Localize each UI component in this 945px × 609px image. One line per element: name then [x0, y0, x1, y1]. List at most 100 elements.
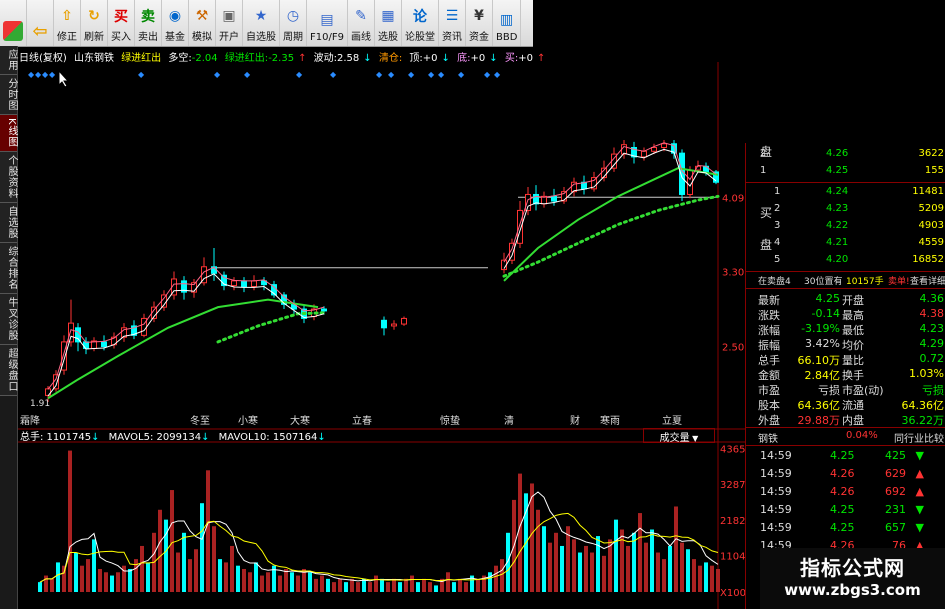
volume-bar — [674, 506, 678, 592]
sell-level-row[interactable]: 2 4.26 3622 — [746, 147, 945, 162]
down-arrow-icon: ▼ — [915, 449, 924, 462]
volume-axis-label: 11047 — [720, 552, 745, 563]
toolbar-button-0[interactable] — [0, 0, 27, 46]
side-tab-3[interactable]: 个股资料 — [0, 151, 17, 203]
volume-bar — [92, 539, 96, 592]
chevron-down-icon: ▼ — [689, 434, 699, 443]
stat-value: 3.42% — [805, 337, 840, 350]
volume-bar — [194, 549, 198, 592]
down-arrow-icon: ▼ — [915, 503, 924, 516]
toolbar-button-12[interactable]: ✎ 画线 — [348, 0, 375, 46]
date-label: 寒雨 — [600, 414, 620, 427]
signal-diamond-icon: ◆ — [376, 70, 383, 79]
volume-bar — [692, 559, 696, 592]
toolbar-button-2[interactable]: ⇧ 修正 — [54, 0, 81, 46]
toolbar-button-1[interactable]: ⇦ — [27, 0, 54, 46]
buy-level-row[interactable]: 3 4.22 4903 — [746, 219, 945, 234]
level-number: 4 — [774, 237, 781, 248]
toolbar-label: 开户 — [219, 32, 239, 43]
stat-row: 最新 4.25 开盘 4.36 — [746, 291, 945, 307]
volume-bar — [416, 582, 420, 592]
toolbar-button-16[interactable]: ¥ 资金 — [466, 0, 493, 46]
low-price-label: 1.91 — [30, 399, 50, 409]
volume-bar — [98, 568, 102, 592]
level-number: 1 — [760, 165, 767, 176]
level-number: 2 — [774, 203, 781, 214]
candles — [45, 140, 719, 402]
volume-bar — [314, 578, 318, 592]
stat-value: 29.88万 — [797, 414, 841, 427]
volume-bar — [584, 545, 588, 592]
volume-bar — [464, 582, 468, 592]
up-arrow-icon: ▲ — [915, 485, 924, 498]
volume-bar — [344, 582, 348, 592]
volume-bar — [518, 473, 522, 592]
volume-bar — [662, 559, 666, 592]
industry-row[interactable]: 钢铁 0.04% 同行业比较 — [746, 429, 945, 445]
toolbar-button-3[interactable]: ↻ 刷新 — [81, 0, 108, 46]
toolbar-button-6[interactable]: ◉ 基金 — [162, 0, 189, 46]
toolbar-button-4[interactable]: 买买入 — [108, 0, 135, 46]
side-tab-0[interactable]: 应用 — [0, 46, 17, 75]
volume-total: 总手: 1101745 — [20, 432, 92, 443]
volume-bar — [56, 562, 60, 592]
volume-bar — [590, 552, 594, 592]
side-tab-6[interactable]: 牛叉诊股 — [0, 293, 17, 345]
buy-level-row[interactable]: 2 4.23 5209 — [746, 202, 945, 217]
toolbar-button-13[interactable]: ▦ 选股 — [375, 0, 402, 46]
stat-value: 4.36 — [919, 292, 945, 305]
volume-bar — [230, 545, 234, 592]
side-tab-7[interactable]: 超级盘口 — [0, 344, 17, 396]
level-number: 3 — [774, 220, 781, 231]
toolbar-button-9[interactable]: ★ 自选股 — [243, 0, 280, 46]
tick-price: 4.25 — [830, 503, 855, 516]
notice-part: 查看详细 — [909, 277, 945, 287]
toolbar-label: 卖出 — [138, 32, 158, 43]
signal-diamond-icon: ◆ — [138, 70, 145, 79]
kline-chart[interactable]: ◆ ◆ ◆ ◆ ◆ ◆ ◆ ◆ ◆ ◆ ◆ ◆ ◆ ◆ ◆ ◆ ◆ 4.093.302.501.91 霜降 冬至小… — [18, 62, 745, 609]
buy-level-row[interactable]: 5 4.20 16852 — [746, 253, 945, 268]
volume-bar — [686, 549, 690, 592]
watermark-url: www.zbgs3.com — [784, 581, 921, 599]
stat-value: 4.29 — [919, 337, 945, 350]
buy-level-row[interactable]: 4 4.21 4559 — [746, 236, 945, 251]
sell-level-row[interactable]: 1 4.25 155 — [746, 164, 945, 179]
mavol10-label: MAVOL10: 1507164 — [218, 432, 318, 443]
star-icon: ★ — [254, 8, 268, 24]
down-arrow-icon: ▼ — [915, 521, 924, 534]
buy-level-row[interactable]: 1 4.24 11481 — [746, 185, 945, 200]
sell-order-notice[interactable]: 在卖盘4 30位置有 10157手 卖单! 查看详细 — [746, 273, 945, 288]
toolbar-label: 刷新 — [84, 32, 104, 43]
volume-bar — [614, 519, 618, 592]
side-tab-1[interactable]: 分时图 — [0, 75, 17, 115]
toolbar-button-17[interactable]: ▥ BBD — [493, 0, 522, 46]
side-tab-4[interactable]: 自选股 — [0, 202, 17, 243]
side-tab-2[interactable]: K线图 — [0, 115, 17, 152]
volume-bar — [452, 582, 456, 592]
toolbar-button-8[interactable]: ▣ 开户 — [216, 0, 243, 46]
toolbar-button-10[interactable]: ◷ 周期 — [280, 0, 307, 46]
clock-icon: ◷ — [286, 8, 300, 24]
candle-body — [551, 195, 557, 202]
toolbar-button-5[interactable]: 卖卖出 — [135, 0, 162, 46]
toolbar-button-11[interactable]: ▤ F10/F9 — [307, 0, 348, 46]
volume-indicator-dropdown[interactable]: 成交量 ▼ — [643, 428, 715, 444]
side-tab-5[interactable]: 综合排名 — [0, 242, 17, 294]
toolbar-button-15[interactable]: ☰ 资讯 — [439, 0, 466, 46]
toolbar-button-14[interactable]: 论论股堂 — [402, 0, 439, 46]
volume-bar — [284, 568, 288, 592]
date-label: 大寒 — [290, 414, 310, 427]
level-price: 4.25 — [826, 165, 849, 176]
volume-bar — [446, 572, 450, 592]
volume-bar — [146, 562, 150, 592]
money-icon: ¥ — [474, 8, 484, 24]
volume-bar — [356, 582, 360, 592]
signal-diamond-icon: ◆ — [408, 70, 415, 79]
volume-axis-label: 21825 — [720, 516, 745, 527]
volume-bar — [326, 578, 330, 592]
stat-row: 市盈 亏损 市盈(动) 亏损 — [746, 381, 945, 397]
volume-bar — [188, 559, 192, 592]
toolbar-button-7[interactable]: ⚒ 模拟 — [189, 0, 216, 46]
stat-row: 外盘 29.88万 内盘 36.22万 — [746, 411, 945, 427]
stat-value: 36.22万 — [901, 414, 945, 427]
